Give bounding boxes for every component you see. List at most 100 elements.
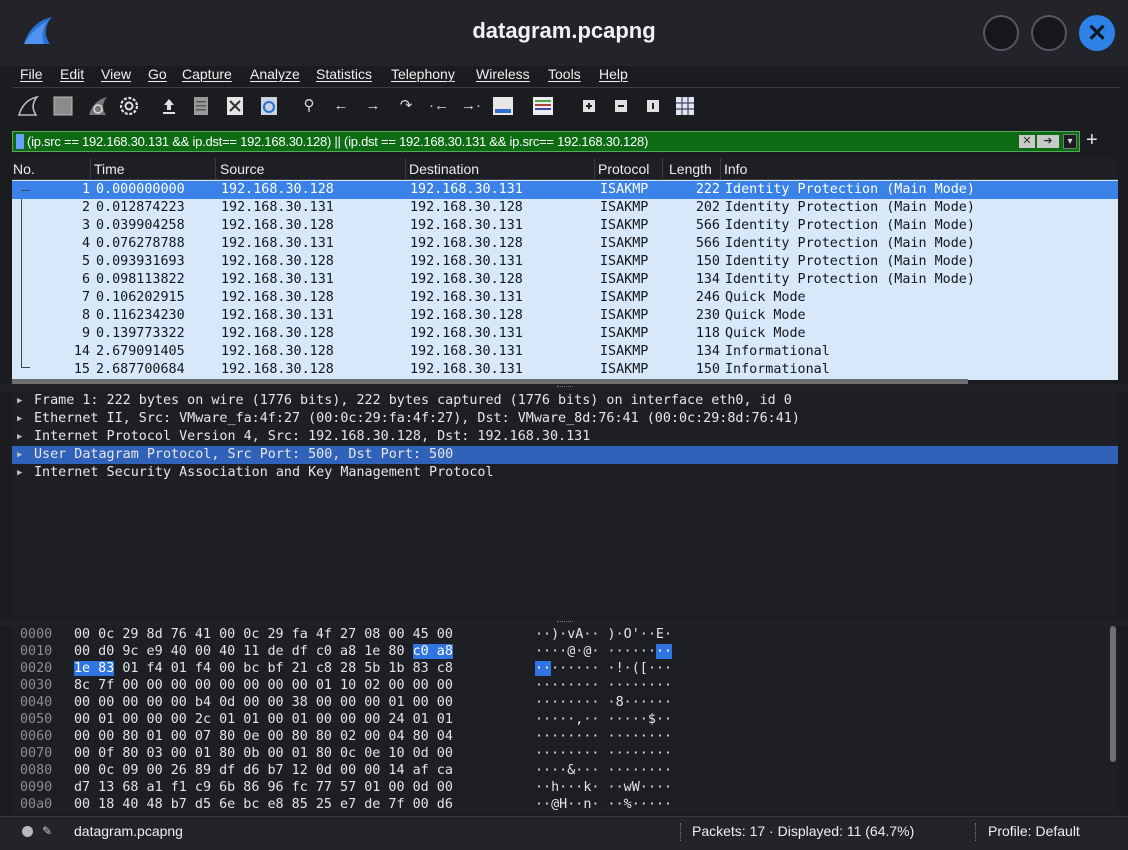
menu-analyze[interactable]: Analyze [250,66,300,82]
packet-source: 192.168.30.128 [221,290,334,305]
filter-bookmark-icon[interactable] [16,134,24,149]
packet-time: 2.679091405 [96,344,185,359]
column-separator[interactable] [405,158,406,180]
column-separator[interactable] [215,158,216,180]
bytes-hex-highlight: c0 a8 [412,644,453,659]
capture-comment-icon[interactable]: ✎ [42,824,56,838]
menu-tools[interactable]: Tools [548,66,581,82]
menu-file[interactable]: File [20,66,43,82]
last-packet-icon[interactable]: →· [460,95,482,117]
tree-item-frame[interactable]: ▶ Frame 1: 222 bytes on wire (1776 bits),… [12,392,1118,410]
packet-protocol: ISAKMP [600,308,649,323]
packet-row[interactable]: 7 0.106202915 192.168.30.128 192.168.30.131… [12,289,1118,307]
column-header-destination[interactable]: Destination [409,161,479,177]
minimize-button[interactable] [983,15,1019,51]
packet-destination: 192.168.30.128 [410,272,523,287]
column-header-source[interactable]: Source [220,161,264,177]
add-filter-button-icon[interactable]: + [1086,129,1104,151]
close-button[interactable]: ✕ [1079,15,1115,51]
splitter-grip-icon[interactable] [557,386,573,388]
options-gear-icon[interactable] [118,95,140,117]
menu-statistics[interactable]: Statistics [316,66,372,82]
packet-row[interactable]: 3 0.039904258 192.168.30.128 192.168.30.131… [12,217,1118,235]
packet-row[interactable]: 15 2.687700684 192.168.30.128 192.168.30.13… [12,361,1118,379]
menu-capture[interactable]: Capture [182,66,232,82]
packet-row[interactable]: 5 0.093931693 192.168.30.128 192.168.30.131… [12,253,1118,271]
column-header-no[interactable]: No. [13,161,35,177]
column-separator[interactable] [720,158,721,180]
close-file-icon[interactable] [224,95,246,117]
expert-info-status-icon[interactable] [22,826,33,837]
packet-length: 222 [695,182,720,197]
display-filter-input[interactable]: (ip.src == 192.168.30.131 && ip.dst== 19… [27,134,648,149]
display-filter-bar[interactable]: (ip.src == 192.168.30.131 && ip.dst== 19… [12,131,1080,152]
packet-protocol: ISAKMP [600,344,649,359]
first-packet-icon[interactable]: ·← [428,95,450,117]
column-separator[interactable] [662,158,663,180]
find-icon[interactable]: ⚲ [298,95,320,117]
menu-help[interactable]: Help [599,66,628,82]
normal-size-icon[interactable] [642,95,664,117]
reload-icon[interactable] [258,95,280,117]
autoscroll-icon[interactable] [492,95,514,117]
conversation-bracket-end [21,367,30,368]
zoom-in-icon[interactable] [578,95,600,117]
expand-arrow-icon[interactable]: ▶ [17,446,22,464]
zoom-out-icon[interactable] [610,95,632,117]
expand-arrow-icon[interactable]: ▶ [17,392,22,410]
menu-edit[interactable]: Edit [60,66,84,82]
save-icon[interactable] [190,95,212,117]
resize-columns-icon[interactable] [674,95,696,117]
colorize-icon[interactable] [532,95,554,117]
packet-source: 192.168.30.128 [221,182,334,197]
expand-arrow-icon[interactable]: ▶ [17,410,22,428]
column-header-info[interactable]: Info [724,161,747,177]
shark-fin-start-icon[interactable] [17,95,40,117]
bytes-vertical-scrollbar[interactable] [1110,626,1116,762]
bytes-offset: 0020 [20,661,53,676]
conversation-bracket-start [21,190,30,191]
maximize-button[interactable] [1031,15,1067,51]
packet-info: Identity Protection (Main Mode) [725,236,975,251]
bytes-offset: 0040 [20,695,53,710]
status-profile[interactable]: Profile: Default [988,823,1080,839]
bytes-ascii: ········ ·!·([··· [535,660,672,678]
column-separator[interactable] [90,158,91,180]
packet-protocol: ISAKMP [600,218,649,233]
packet-row[interactable]: 2 0.012874223 192.168.30.131 192.168.30.128… [12,199,1118,217]
stop-icon[interactable] [52,95,74,117]
expand-arrow-icon[interactable]: ▶ [17,464,22,482]
pane-splitter[interactable] [0,384,1128,391]
filter-apply-icon[interactable]: ➜ [1037,135,1059,148]
packet-row[interactable]: 4 0.076278788 192.168.30.131 192.168.30.128… [12,235,1118,253]
packet-row[interactable]: 9 0.139773322 192.168.30.128 192.168.30.131… [12,325,1118,343]
packet-source: 192.168.30.128 [221,344,334,359]
splitter-grip-icon[interactable] [557,621,573,623]
menu-view[interactable]: View [101,66,131,82]
menu-telephony[interactable]: Telephony [391,66,455,82]
column-header-time[interactable]: Time [94,161,125,177]
filter-dropdown-icon[interactable]: ▾ [1063,134,1077,149]
packet-row[interactable]: 14 2.679091405 192.168.30.128 192.168.30.13… [12,343,1118,361]
tree-item-label: Internet Protocol Version 4, Src: 192.16… [34,429,591,444]
menu-wireless[interactable]: Wireless [476,66,530,82]
column-header-length[interactable]: Length [669,161,712,177]
restart-icon[interactable] [87,95,109,117]
go-to-packet-icon[interactable]: ↷ [395,95,417,117]
packet-row[interactable]: 6 0.098113822 192.168.30.131 192.168.30.128… [12,271,1118,289]
tree-item-ethernet[interactable]: ▶ Ethernet II, Src: VMware_fa:4f:27 (00:0… [12,410,1118,428]
menu-go[interactable]: Go [148,66,167,82]
expand-arrow-icon[interactable]: ▶ [17,428,22,446]
tree-item-isakmp[interactable]: ▶ Internet Security Association and Key M… [12,464,1118,482]
filter-clear-icon[interactable]: ✕ [1019,135,1035,148]
tree-item-ipv4[interactable]: ▶ Internet Protocol Version 4, Src: 192.1… [12,428,1118,446]
back-icon[interactable]: ← [330,95,352,117]
column-separator[interactable] [594,158,595,180]
pane-splitter[interactable] [0,619,1128,626]
packet-row[interactable]: 1 0.000000000 192.168.30.128 192.168.30.131… [12,181,1118,199]
tree-item-udp[interactable]: ▶ User Datagram Protocol, Src Port: 500, … [12,446,1118,464]
packet-row[interactable]: 8 0.116234230 192.168.30.131 192.168.30.128… [12,307,1118,325]
column-header-protocol[interactable]: Protocol [598,161,649,177]
open-icon[interactable] [158,95,180,117]
forward-icon[interactable]: → [362,95,384,117]
